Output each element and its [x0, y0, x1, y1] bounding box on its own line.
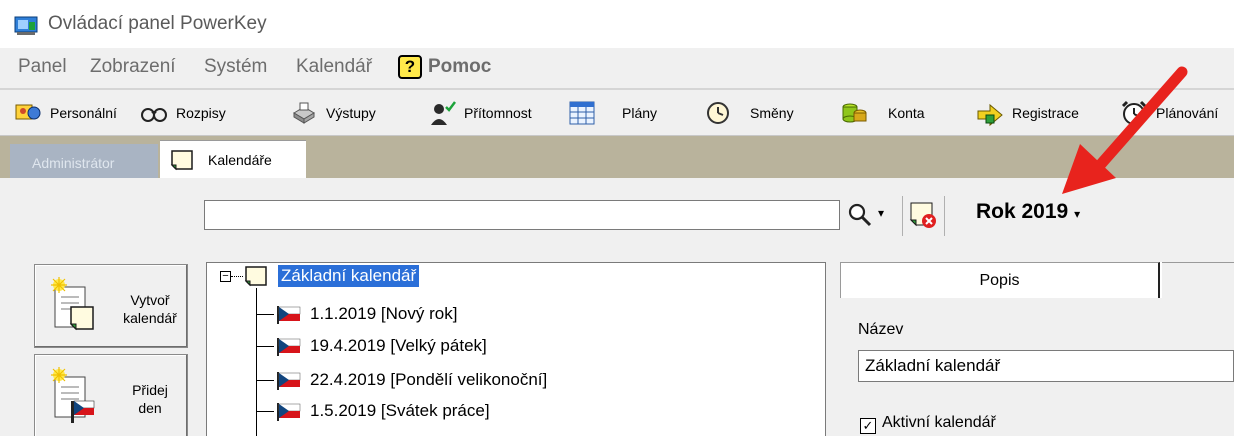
button-label-line: Přidej	[132, 382, 168, 398]
app-icon	[14, 16, 38, 35]
calendar-page-icon	[244, 266, 267, 287]
button-label-line: Vytvoř	[130, 292, 170, 308]
czech-flag-icon	[277, 403, 301, 421]
search-dropdown-button[interactable]: ▾	[878, 206, 884, 220]
active-calendar-checkbox[interactable]: ✓	[860, 418, 876, 434]
toolbar-divider	[902, 196, 903, 236]
window-title: Ovládací panel PowerKey	[48, 13, 267, 34]
menu-label: Zobrazení	[90, 56, 176, 77]
holiday-label: 1.5.2019 [Svátek práce]	[310, 401, 490, 420]
tree-connector	[256, 288, 257, 436]
button-label-line: kalendář	[123, 310, 177, 326]
active-calendar-label: Aktivní kalendář	[882, 414, 996, 431]
tab-label: Administrátor	[32, 155, 115, 171]
name-field[interactable]: Základní kalendář	[858, 350, 1234, 382]
register-arrow-icon	[977, 103, 1003, 127]
tree-connector	[256, 314, 274, 315]
toolbar-button-attendance[interactable]: Přítomnost	[428, 96, 532, 130]
toolbar-button-outputs[interactable]: Výstupy	[290, 96, 376, 130]
toolbar-label: Plány	[622, 105, 658, 121]
tab-calendars[interactable]: Kalendáře	[160, 140, 306, 178]
holiday-label: 19.4.2019 [Velký pátek]	[310, 336, 487, 355]
tab-description[interactable]: Popis	[840, 262, 1160, 298]
toolbar-button-plans[interactable]: Plány	[568, 96, 657, 130]
personnel-icon	[15, 104, 41, 120]
search-icon[interactable]	[846, 201, 874, 229]
add-day-button[interactable]: Přidej den	[34, 354, 188, 436]
menu-label: Panel	[18, 56, 67, 77]
toolbar-button-accounts[interactable]: Konta	[840, 96, 925, 130]
menu-system[interactable]: Systém	[204, 56, 267, 78]
clock-icon	[707, 102, 729, 124]
coins-icon	[842, 103, 867, 123]
toolbar-label: Personální	[50, 105, 117, 121]
help-icon[interactable]: ?	[398, 55, 422, 79]
toolbar: Personální Rozpisy Výstupy Přítomnost Pl…	[0, 90, 1234, 136]
tree-connector	[256, 411, 274, 412]
tab-next[interactable]	[1162, 262, 1234, 298]
toolbar-divider	[944, 196, 945, 236]
glasses-icon	[141, 108, 167, 122]
tree-connector	[256, 346, 274, 347]
menu-label: Kalendář	[296, 56, 373, 77]
toolbar-button-schedules[interactable]: Rozpisy	[140, 96, 226, 130]
tree-connector	[256, 380, 274, 381]
tab-administrator[interactable]: Administrátor	[10, 144, 158, 178]
calendar-page-icon	[170, 149, 193, 170]
button-label-line: den	[138, 400, 162, 416]
toolbar-label: Konta	[888, 105, 925, 121]
czech-flag-icon	[277, 338, 301, 356]
clear-filter-icon[interactable]	[908, 200, 938, 230]
printer-icon	[293, 102, 315, 124]
toolbar-label: Rozpisy	[176, 105, 226, 121]
holiday-label: 1.1.2019 [Nový rok]	[310, 304, 458, 323]
holiday-label: 22.4.2019 [Pondělí velikonoční]	[310, 370, 548, 389]
menu-view[interactable]: Zobrazení	[90, 56, 176, 78]
tab-strip: Administrátor Kalendáře	[0, 136, 1234, 178]
button-label: Přidej den	[115, 381, 185, 417]
collapse-icon[interactable]: −	[220, 271, 231, 282]
annotation-arrow-icon	[1062, 66, 1188, 194]
create-calendar-button[interactable]: Vytvoř kalendář	[34, 264, 188, 348]
calendar-grid-icon	[569, 101, 595, 125]
toolbar-label: Přítomnost	[464, 105, 532, 121]
czech-flag-icon	[277, 306, 301, 324]
attendance-icon	[431, 101, 456, 125]
toolbar-label: Směny	[750, 105, 794, 121]
add-day-icon	[51, 367, 95, 423]
button-label: Vytvoř kalendář	[115, 291, 185, 327]
menu-calendar[interactable]: Kalendář	[296, 56, 372, 78]
tree-connector	[231, 276, 243, 277]
toolbar-label: Výstupy	[326, 105, 376, 121]
menu-bar: Panel Zobrazení Systém Kalendář ? Pomoc	[0, 48, 1234, 88]
menu-panel[interactable]: Panel	[18, 56, 67, 78]
menu-label: Systém	[204, 56, 268, 77]
tab-label: Kalendáře	[208, 151, 272, 168]
search-input[interactable]	[204, 200, 840, 230]
name-label: Název	[858, 321, 904, 338]
czech-flag-icon	[277, 372, 301, 390]
tree-root-item[interactable]: Základní kalendář	[278, 265, 420, 287]
toolbar-button-personnel[interactable]: Personální	[14, 96, 117, 130]
new-calendar-icon	[51, 277, 94, 331]
toolbar-button-shifts[interactable]: Směny	[704, 96, 794, 130]
menu-help[interactable]: Pomoc	[428, 56, 491, 78]
